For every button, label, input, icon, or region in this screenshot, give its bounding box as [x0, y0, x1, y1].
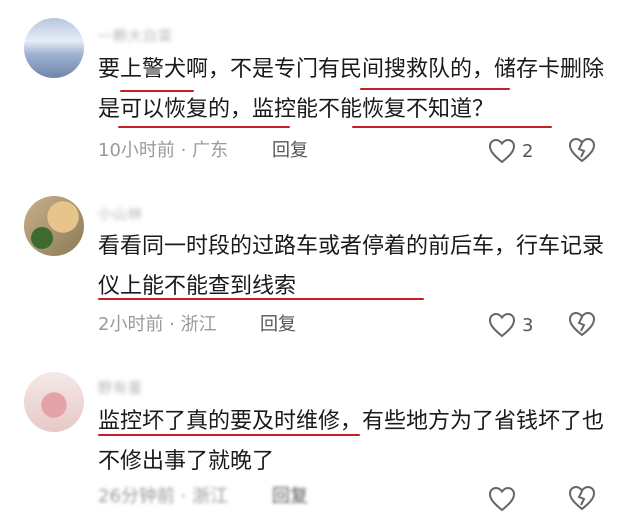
annotation-underline	[98, 434, 360, 436]
like-count: 3	[522, 314, 534, 336]
avatar[interactable]	[24, 18, 84, 78]
heart-outline-icon	[488, 138, 516, 164]
avatar[interactable]	[24, 196, 84, 256]
reply-button[interactable]: 回复	[272, 139, 308, 163]
avatar[interactable]	[24, 372, 84, 432]
heart-outline-icon	[488, 312, 516, 338]
reply-button[interactable]: 回复	[272, 485, 308, 509]
annotation-underline	[98, 298, 424, 300]
comment-text: 监控坏了真的要及时维修，有些地方为了省钱坏了也不修出事了就晚了	[98, 409, 605, 474]
comment-meta: 26分钟前 · 浙江	[98, 486, 229, 507]
like-count: 2	[522, 140, 534, 162]
broken-heart-icon[interactable]	[568, 485, 596, 511]
comment-text: 看看同一时段的过路车或者停着的前后车，行车记录仪上能不能查到线索	[98, 234, 605, 299]
annotation-underline	[118, 126, 290, 128]
comment-meta: 2小时前 · 浙江	[98, 314, 217, 335]
like-button[interactable]: 3	[488, 311, 533, 339]
heart-outline-icon	[488, 486, 516, 512]
annotation-underline	[352, 126, 552, 128]
username[interactable]: 一颗大白菜	[98, 26, 173, 45]
comment-meta: 10小时前 · 广东	[98, 140, 229, 161]
reply-button[interactable]: 回复	[260, 313, 296, 337]
annotation-underline	[360, 88, 510, 90]
broken-heart-icon[interactable]	[568, 137, 596, 163]
like-button[interactable]	[488, 485, 522, 513]
like-button[interactable]: 2	[488, 137, 533, 165]
broken-heart-icon[interactable]	[568, 311, 596, 337]
annotation-underline	[120, 90, 194, 92]
username[interactable]: 野有蔓	[98, 378, 143, 397]
username[interactable]: 小山林	[98, 204, 143, 223]
